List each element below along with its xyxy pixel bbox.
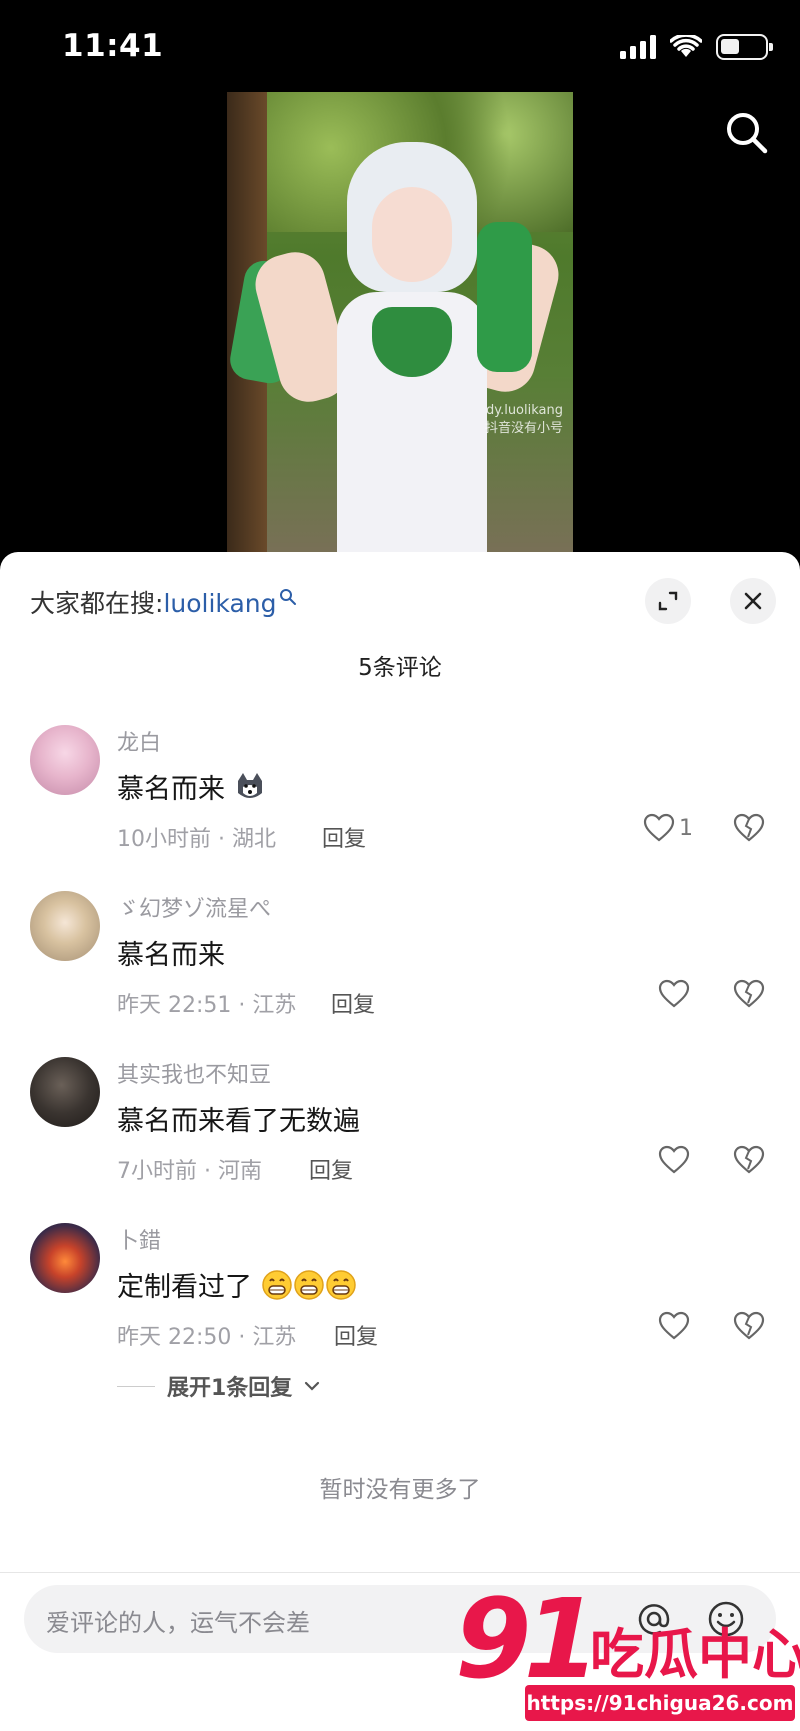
expand-icon [658,591,678,611]
heart-icon [658,1145,690,1174]
like-button[interactable] [658,979,690,1009]
comment-input-placeholder: 爱评论的人，运气不会差 [46,1609,310,1637]
video-watermark: dy.luolikang 抖音没有小号 [484,403,563,436]
expand-button[interactable] [645,578,691,624]
comment-username[interactable]: 龙白 [117,725,161,757]
signal-icon [620,35,656,59]
heart-icon [658,1311,690,1340]
battery-icon [716,34,773,60]
avatar[interactable] [30,891,100,961]
status-icons [620,34,773,60]
comment-meta: 10小时前 · 湖北 [117,827,276,852]
grin-emoji-icon [325,1270,356,1300]
like-button[interactable]: 1 [643,813,693,843]
expand-replies-button[interactable]: 展开1条回复 [117,1370,320,1402]
comment-text: 慕名而来 [117,940,225,971]
like-button[interactable] [658,1311,690,1341]
sheet-header: 大家都在搜:luolikang [0,552,800,642]
status-time: 11:41 [62,28,164,64]
avatar[interactable] [30,1057,100,1127]
site-watermark: 91 吃瓜中心 https://91chigua26.com [455,1575,800,1731]
like-button[interactable] [658,1145,690,1175]
close-icon [744,592,762,610]
hot-search-keyword[interactable]: luolikang [163,589,276,618]
avatar[interactable] [30,1223,100,1293]
watermark-logo-text: 吃瓜中心 [590,1623,800,1686]
comment-text: 慕名而来 [117,767,266,806]
broken-heart-icon[interactable] [733,813,765,843]
reply-button[interactable]: 回复 [334,1319,378,1351]
search-small-icon [279,589,296,605]
chevron-down-icon [305,1381,320,1391]
reply-button[interactable]: 回复 [331,987,375,1019]
comment-meta: 昨天 22:51 · 江苏 [117,993,297,1018]
comment-meta: 昨天 22:50 · 江苏 [117,1325,297,1350]
comment-count: 5条评论 [358,655,442,681]
heart-icon [658,979,690,1008]
like-count: 1 [679,815,693,841]
comment-item[interactable]: 其实我也不知豆 慕名而来看了无数遍 7小时前 · 河南 回复 [0,1057,800,1217]
comment-text: 定制看过了 [117,1265,357,1304]
status-bar: 11:41 [0,0,800,96]
comment-text: 慕名而来看了无数遍 [117,1106,360,1137]
watermark-logo-number: 91 [455,1575,600,1703]
grin-emoji-icon [293,1270,324,1300]
comment-item[interactable]: 卜錯 定制看过了 昨天 22:50 · 江苏 回复 [0,1223,800,1383]
husky-emoji-icon [237,773,262,798]
comment-username[interactable]: 卜錯 [117,1223,161,1255]
comment-meta: 7小时前 · 河南 [117,1159,262,1184]
grin-emoji-icon [261,1270,292,1300]
heart-icon [643,813,675,842]
avatar[interactable] [30,725,100,795]
broken-heart-icon[interactable] [733,979,765,1009]
comment-username[interactable]: ゞ幻梦ゾ流星ぺ [117,891,271,923]
cosplay-figure [248,132,566,562]
wifi-icon [670,35,702,57]
search-icon[interactable] [722,108,772,158]
close-button[interactable] [730,578,776,624]
broken-heart-icon[interactable] [733,1145,765,1175]
comment-username[interactable]: 其实我也不知豆 [117,1057,271,1089]
comment-item[interactable]: ゞ幻梦ゾ流星ぺ 慕名而来 昨天 22:51 · 江苏 回复 [0,891,800,1051]
broken-heart-icon[interactable] [733,1311,765,1341]
reply-button[interactable]: 回复 [309,1153,353,1185]
no-more-label: 暂时没有更多了 [319,1477,481,1503]
reply-button[interactable]: 回复 [322,821,366,853]
comment-item[interactable]: 龙白 慕名而来 10小时前 · 湖北 回复 1 [0,725,800,885]
video-thumbnail[interactable]: dy.luolikang 抖音没有小号 [227,92,573,562]
watermark-url: https://91chigua26.com [525,1685,795,1721]
hot-search[interactable]: 大家都在搜:luolikang [30,584,297,620]
